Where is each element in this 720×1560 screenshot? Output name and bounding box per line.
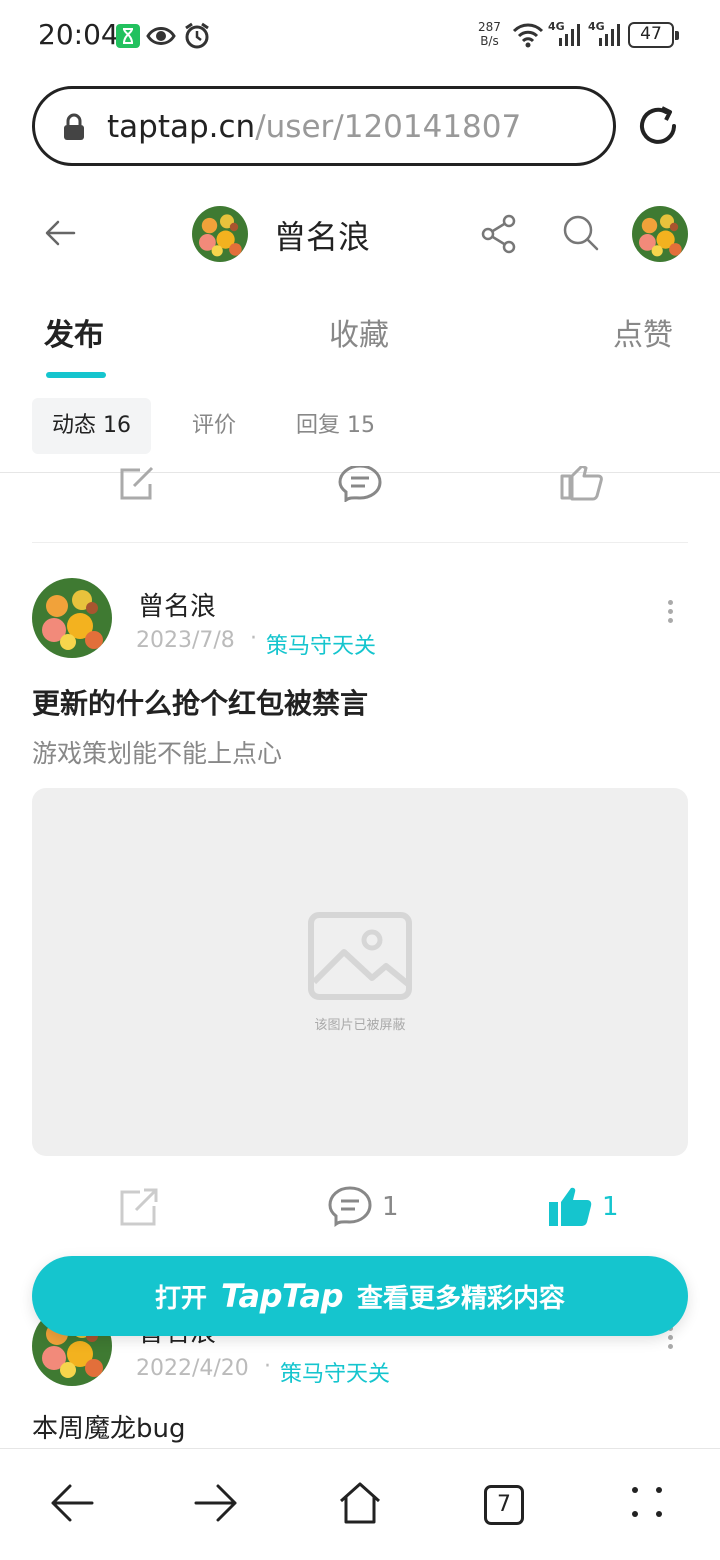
post-title[interactable]: 更新的什么抢个红包被禁言 (32, 682, 368, 722)
post-body[interactable]: 本周魔龙bug (32, 1408, 186, 1445)
reload-icon[interactable] (636, 104, 680, 148)
status-bar: 20:04 287 B/s 4G 4G 47 (0, 0, 720, 72)
post-author-avatar[interactable] (32, 578, 112, 658)
url-host: taptap.cn (107, 109, 256, 145)
network-speed-value: 287 (478, 20, 501, 34)
open-app-banner[interactable]: 打开 TapTap 查看更多精彩内容 (32, 1256, 688, 1336)
flower-avatar-image (632, 206, 688, 262)
tab-favorites[interactable]: 收藏 (329, 310, 389, 354)
post-body[interactable]: 游戏策划能不能上点心 (32, 734, 282, 770)
post-game-link[interactable]: 策马守天关 (280, 1356, 390, 1388)
home-icon[interactable] (338, 1481, 382, 1525)
chip-moments[interactable]: 动态 16 (32, 398, 151, 454)
browser-bottom-nav: 7 (0, 1448, 720, 1560)
flower-avatar-image (192, 206, 248, 262)
image-blocked-caption: 该图片已被屏蔽 (314, 1018, 406, 1033)
tab-likes[interactable]: 点赞 (613, 310, 673, 354)
tabs-count-button[interactable]: 7 (484, 1485, 524, 1525)
active-tab-indicator (46, 372, 106, 378)
status-time: 20:04 (38, 18, 119, 51)
like-filled-icon[interactable] (548, 1186, 592, 1228)
share-out-icon[interactable] (118, 466, 158, 502)
url-text: taptap.cn/user/120141807 (107, 109, 521, 145)
post-date: 2022/4/20 (136, 1356, 249, 1381)
like-count: 1 (602, 1192, 619, 1222)
meta-separator: · (264, 1354, 271, 1379)
back-arrow-icon[interactable] (50, 1483, 94, 1523)
flower-avatar-image (32, 578, 112, 658)
my-avatar[interactable] (632, 206, 688, 262)
battery-indicator: 47 (628, 22, 679, 48)
network-speed: 287 B/s (478, 20, 501, 48)
signal-bars-icon (559, 24, 580, 46)
comment-count: 1 (382, 1192, 399, 1222)
forward-arrow-icon[interactable] (194, 1483, 238, 1523)
eye-icon (146, 27, 176, 45)
blocked-image-placeholder[interactable]: 该图片已被屏蔽 (32, 788, 688, 1156)
chip-replies[interactable]: 回复 15 (296, 398, 375, 454)
comment-icon[interactable] (338, 466, 382, 502)
signal-2: 4G (588, 20, 624, 48)
menu-icon[interactable] (632, 1487, 664, 1519)
banner-suffix: 查看更多精彩内容 (357, 1284, 566, 1314)
share-out-icon[interactable] (118, 1186, 160, 1228)
share-icon[interactable] (480, 214, 518, 254)
banner-brand: TapTap (220, 1277, 344, 1315)
url-path: /user/120141807 (255, 109, 522, 145)
meta-separator: · (250, 626, 257, 651)
comment-icon[interactable] (328, 1186, 372, 1228)
hourglass-app-icon (116, 24, 140, 48)
banner-prefix: 打开 (154, 1284, 207, 1314)
post-date: 2023/7/8 (136, 628, 235, 653)
tab-publish[interactable]: 发布 (44, 310, 104, 354)
search-icon[interactable] (562, 214, 600, 254)
wifi-icon (512, 23, 544, 48)
signal-bars-icon (599, 24, 620, 46)
divider (32, 542, 688, 543)
more-options-icon[interactable] (664, 600, 676, 627)
back-arrow-icon[interactable] (44, 216, 78, 250)
lock-icon (64, 113, 84, 140)
signal-1: 4G (548, 20, 584, 48)
address-bar[interactable]: taptap.cn/user/120141807 (32, 86, 616, 166)
like-outline-icon[interactable] (560, 466, 604, 502)
image-blocked-icon (308, 912, 412, 1000)
network-speed-unit: B/s (480, 34, 499, 48)
post-author-name[interactable]: 曾名浪 (138, 586, 216, 623)
post-game-link[interactable]: 策马守天关 (266, 628, 376, 660)
header-avatar[interactable] (192, 206, 248, 262)
chip-reviews[interactable]: 评价 (192, 398, 236, 454)
header-user-name: 曾名浪 (274, 218, 371, 256)
alarm-icon (185, 22, 209, 49)
